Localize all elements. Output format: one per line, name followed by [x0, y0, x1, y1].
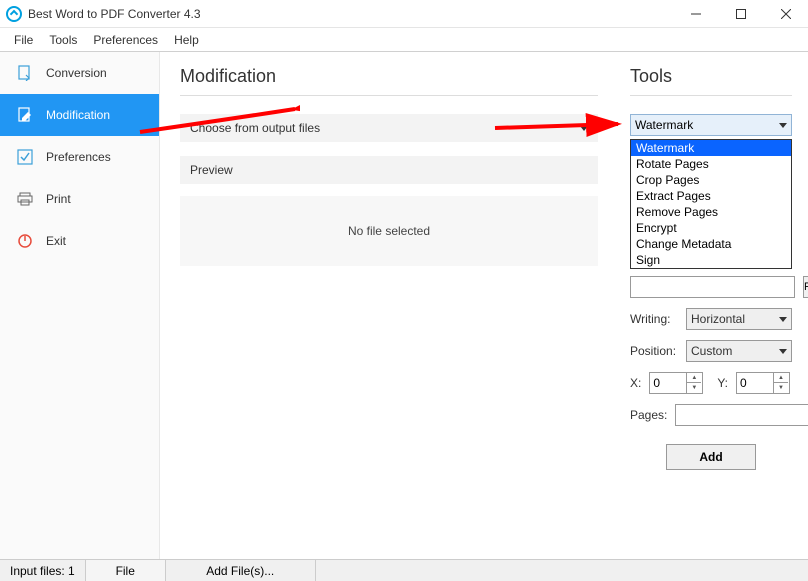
input-files-count: 1 [68, 564, 75, 578]
sidebar-item-modification[interactable]: Modification [0, 94, 159, 136]
pages-input[interactable] [675, 404, 808, 426]
statusbar: Input files: 1 File Add File(s)... [0, 559, 808, 581]
tool-select[interactable]: Watermark [630, 114, 792, 136]
font-button[interactable]: Font [803, 276, 808, 298]
divider [180, 95, 598, 96]
sidebar-item-exit[interactable]: Exit [0, 220, 159, 262]
menu-help[interactable]: Help [166, 28, 207, 52]
window-controls [673, 0, 808, 28]
x-field[interactable] [650, 376, 686, 390]
close-button[interactable] [763, 0, 808, 28]
tool-select-value: Watermark [635, 118, 693, 132]
writing-row: Writing: Horizontal [630, 308, 792, 330]
tool-option-sign[interactable]: Sign [631, 252, 791, 268]
divider [630, 95, 792, 96]
tool-option-crop[interactable]: Crop Pages [631, 172, 791, 188]
text-row: Font [630, 276, 792, 298]
x-input[interactable]: ▲▼ [649, 372, 703, 394]
chevron-down-icon [779, 123, 787, 128]
position-value: Custom [691, 344, 732, 358]
pages-label: Pages: [630, 408, 667, 422]
no-file-text: No file selected [348, 224, 430, 238]
menu-tools[interactable]: Tools [41, 28, 85, 52]
tool-option-watermark[interactable]: Watermark [631, 140, 791, 156]
tools-panel: Tools Watermark Watermark Rotate Pages C… [618, 52, 808, 559]
page-title: Modification [180, 66, 598, 87]
sidebar-item-label: Modification [46, 108, 110, 122]
sidebar-item-print[interactable]: Print [0, 178, 159, 220]
document-convert-icon [16, 64, 34, 82]
input-files-label: Input files: [10, 564, 65, 578]
position-row: Position: Custom [630, 340, 792, 362]
menu-preferences[interactable]: Preferences [85, 28, 166, 52]
sidebar-item-label: Exit [46, 234, 66, 248]
sidebar-item-preferences[interactable]: Preferences [0, 136, 159, 178]
y-input[interactable]: ▲▼ [736, 372, 790, 394]
output-files-dropdown[interactable]: Choose from output files [180, 114, 598, 142]
y-up[interactable]: ▲ [773, 373, 788, 383]
tool-option-rotate[interactable]: Rotate Pages [631, 156, 791, 172]
sidebar-item-conversion[interactable]: Conversion [0, 52, 159, 94]
input-files-status: Input files: 1 [0, 560, 86, 581]
writing-value: Horizontal [691, 312, 745, 326]
add-files-label: Add File(s)... [206, 564, 274, 578]
position-select[interactable]: Custom [686, 340, 792, 362]
pages-row: Pages: [630, 404, 792, 426]
center-panel: Modification Choose from output files Pr… [160, 52, 618, 559]
menu-file[interactable]: File [6, 28, 41, 52]
sidebar-item-label: Preferences [46, 150, 111, 164]
file-button-label: File [116, 564, 135, 578]
checkbox-icon [16, 148, 34, 166]
window-title: Best Word to PDF Converter 4.3 [28, 7, 673, 21]
position-label: Position: [630, 344, 678, 358]
titlebar: Best Word to PDF Converter 4.3 [0, 0, 808, 28]
maximize-button[interactable] [718, 0, 763, 28]
power-icon [16, 232, 34, 250]
minimize-button[interactable] [673, 0, 718, 28]
sidebar: Conversion Modification Preferences Prin… [0, 52, 160, 559]
tools-heading: Tools [630, 66, 792, 87]
x-down[interactable]: ▼ [686, 383, 701, 393]
tool-option-remove[interactable]: Remove Pages [631, 204, 791, 220]
preview-header: Preview [180, 156, 598, 184]
output-files-label: Choose from output files [190, 121, 320, 135]
add-files-button[interactable]: Add File(s)... [166, 560, 316, 581]
xy-row: X: ▲▼ Y: ▲▼ [630, 372, 792, 394]
printer-icon [16, 190, 34, 208]
tool-option-metadata[interactable]: Change Metadata [631, 236, 791, 252]
writing-select[interactable]: Horizontal [686, 308, 792, 330]
tool-option-encrypt[interactable]: Encrypt [631, 220, 791, 236]
preview-area: No file selected [180, 196, 598, 266]
sidebar-item-label: Conversion [46, 66, 107, 80]
menubar: File Tools Preferences Help [0, 28, 808, 52]
chevron-down-icon [779, 317, 787, 322]
writing-label: Writing: [630, 312, 678, 326]
tool-dropdown-list: Watermark Rotate Pages Crop Pages Extrac… [630, 139, 792, 269]
watermark-text-input[interactable] [630, 276, 795, 298]
main-area: Conversion Modification Preferences Prin… [0, 52, 808, 559]
x-up[interactable]: ▲ [686, 373, 701, 383]
y-label: Y: [717, 376, 728, 390]
chevron-down-icon [580, 126, 588, 131]
app-icon [6, 6, 22, 22]
chevron-down-icon [779, 349, 787, 354]
file-button[interactable]: File [86, 560, 166, 581]
add-button[interactable]: Add [666, 444, 756, 470]
y-down[interactable]: ▼ [773, 383, 788, 393]
y-field[interactable] [737, 376, 773, 390]
sidebar-item-label: Print [46, 192, 71, 206]
preview-label: Preview [190, 163, 233, 177]
document-edit-icon [16, 106, 34, 124]
x-label: X: [630, 376, 641, 390]
tool-option-extract[interactable]: Extract Pages [631, 188, 791, 204]
